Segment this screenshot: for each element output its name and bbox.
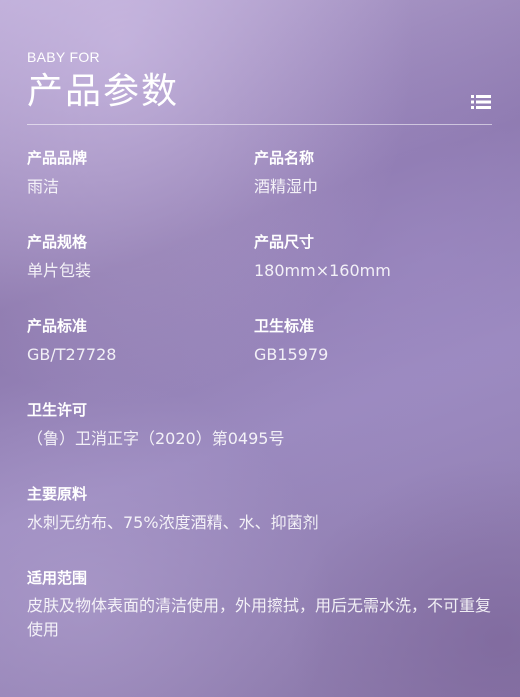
- param-label: 卫生许可: [27, 401, 88, 419]
- param-brand: 产品品牌 雨洁: [27, 149, 87, 197]
- param-label: 适用范围: [27, 569, 88, 587]
- list-icon[interactable]: [471, 94, 491, 110]
- param-value: 皮肤及物体表面的清洁使用，外用擦拭，用后无需水洗，不可重复使用: [27, 596, 492, 639]
- param-label: 产品品牌: [27, 149, 88, 167]
- param-value: 雨洁: [27, 177, 60, 196]
- param-value: 180mm×160mm: [254, 261, 391, 280]
- param-label: 产品标准: [27, 317, 88, 335]
- header: BABY FOR 产品参数: [27, 49, 179, 113]
- param-materials: 主要原料 水刺无纺布、75%浓度酒精、水、抑菌剂: [27, 485, 319, 533]
- param-value: 单片包装: [27, 261, 92, 280]
- param-value: 酒精湿巾: [254, 177, 319, 196]
- param-spec: 产品规格 单片包装: [27, 233, 91, 281]
- param-value: GB/T27728: [27, 345, 117, 364]
- param-hygiene-standard: 卫生标准 GB15979: [254, 317, 328, 365]
- param-usage: 适用范围 皮肤及物体表面的清洁使用，外用擦拭，用后无需水洗，不可重复使用: [27, 569, 497, 642]
- param-value: 水刺无纺布、75%浓度酒精、水、抑菌剂: [27, 513, 319, 532]
- param-label: 产品名称: [254, 149, 315, 167]
- page-title: 产品参数: [27, 71, 180, 112]
- brand-tag: BABY FOR: [27, 49, 100, 65]
- param-label: 主要原料: [27, 485, 88, 503]
- param-size: 产品尺寸 180mm×160mm: [254, 233, 391, 281]
- param-value: GB15979: [254, 345, 329, 364]
- header-divider: [27, 124, 492, 125]
- param-label: 卫生标准: [254, 317, 315, 335]
- param-label: 产品规格: [27, 233, 88, 251]
- param-value: （鲁）卫消正字（2020）第0495号: [27, 429, 285, 448]
- param-label: 产品尺寸: [254, 233, 315, 251]
- param-standard: 产品标准 GB/T27728: [27, 317, 116, 365]
- param-name: 产品名称 酒精湿巾: [254, 149, 318, 197]
- param-license: 卫生许可 （鲁）卫消正字（2020）第0495号: [27, 401, 284, 449]
